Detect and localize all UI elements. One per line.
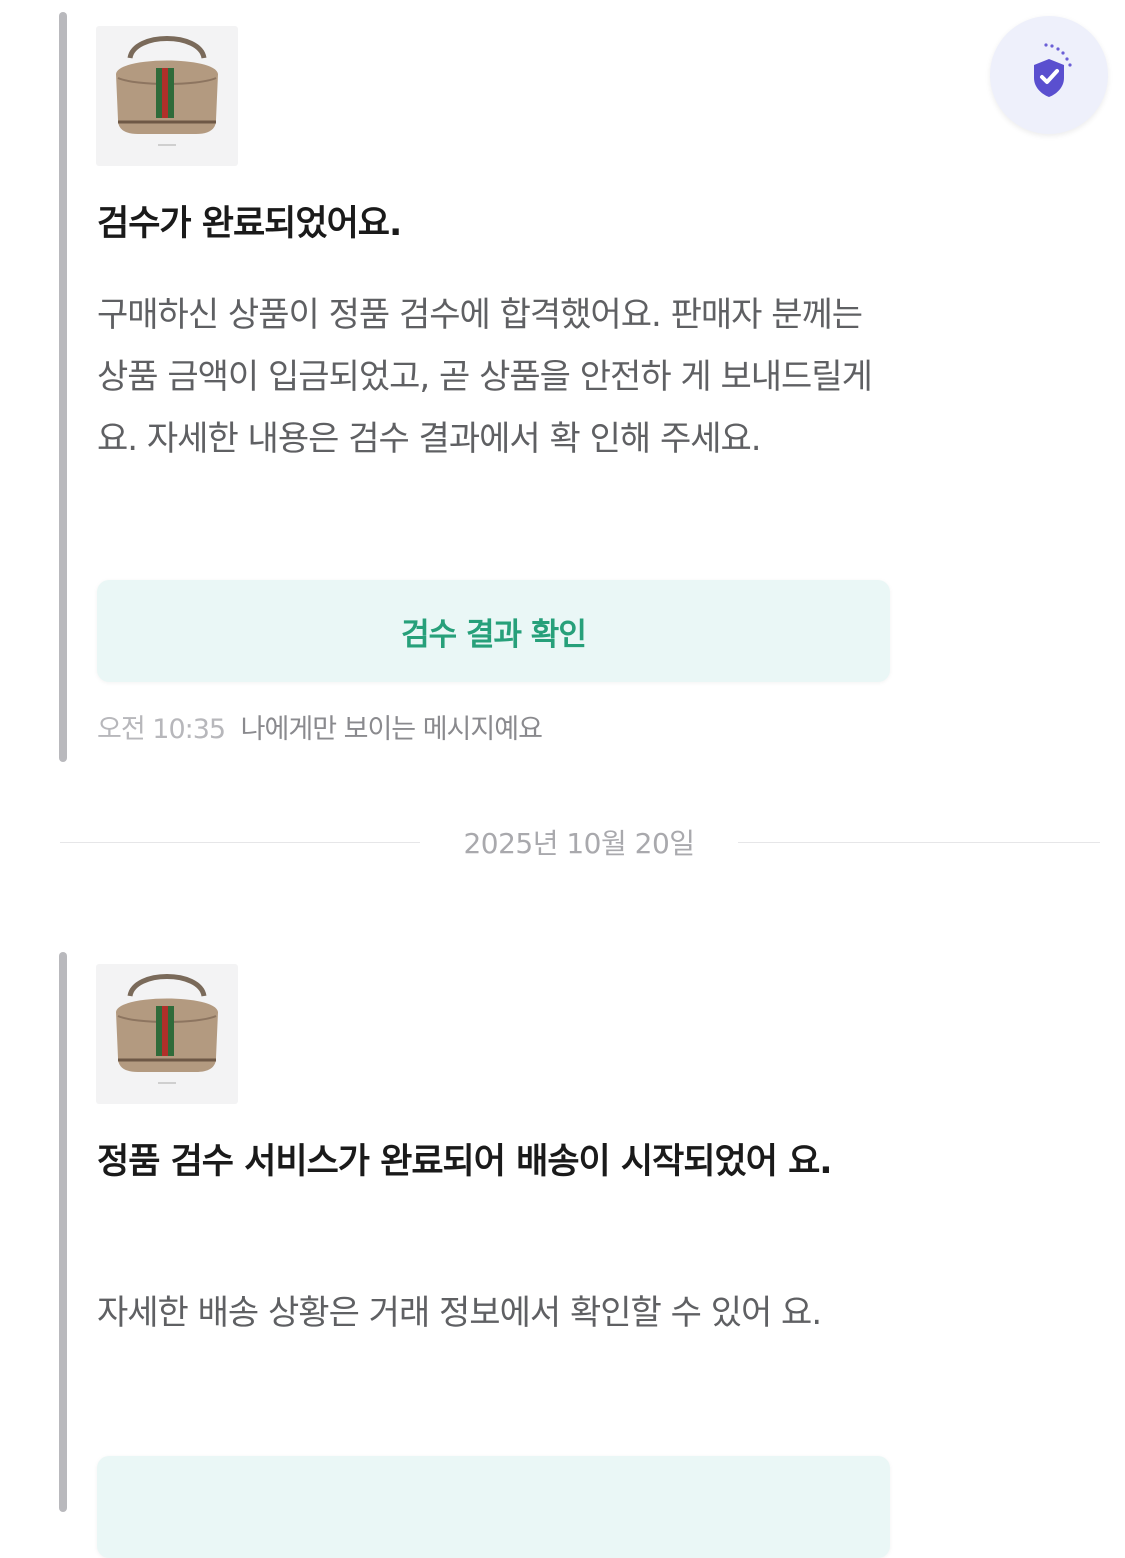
message-title: 정품 검수 서비스가 완료되어 배송이 시작되었어 요. <box>97 1142 833 1182</box>
message-accent-bar <box>59 952 67 1512</box>
message-card-2: 정품 검수 서비스가 완료되어 배송이 시작되었어 요. 자세한 배송 상황은 … <box>0 0 1125 1558</box>
partial-action-button[interactable] <box>97 1456 890 1558</box>
handbag-icon <box>116 974 218 1084</box>
message-body: 자세한 배송 상황은 거래 정보에서 확인할 수 있어 요. <box>97 1293 822 1333</box>
product-thumbnail[interactable] <box>96 964 238 1104</box>
